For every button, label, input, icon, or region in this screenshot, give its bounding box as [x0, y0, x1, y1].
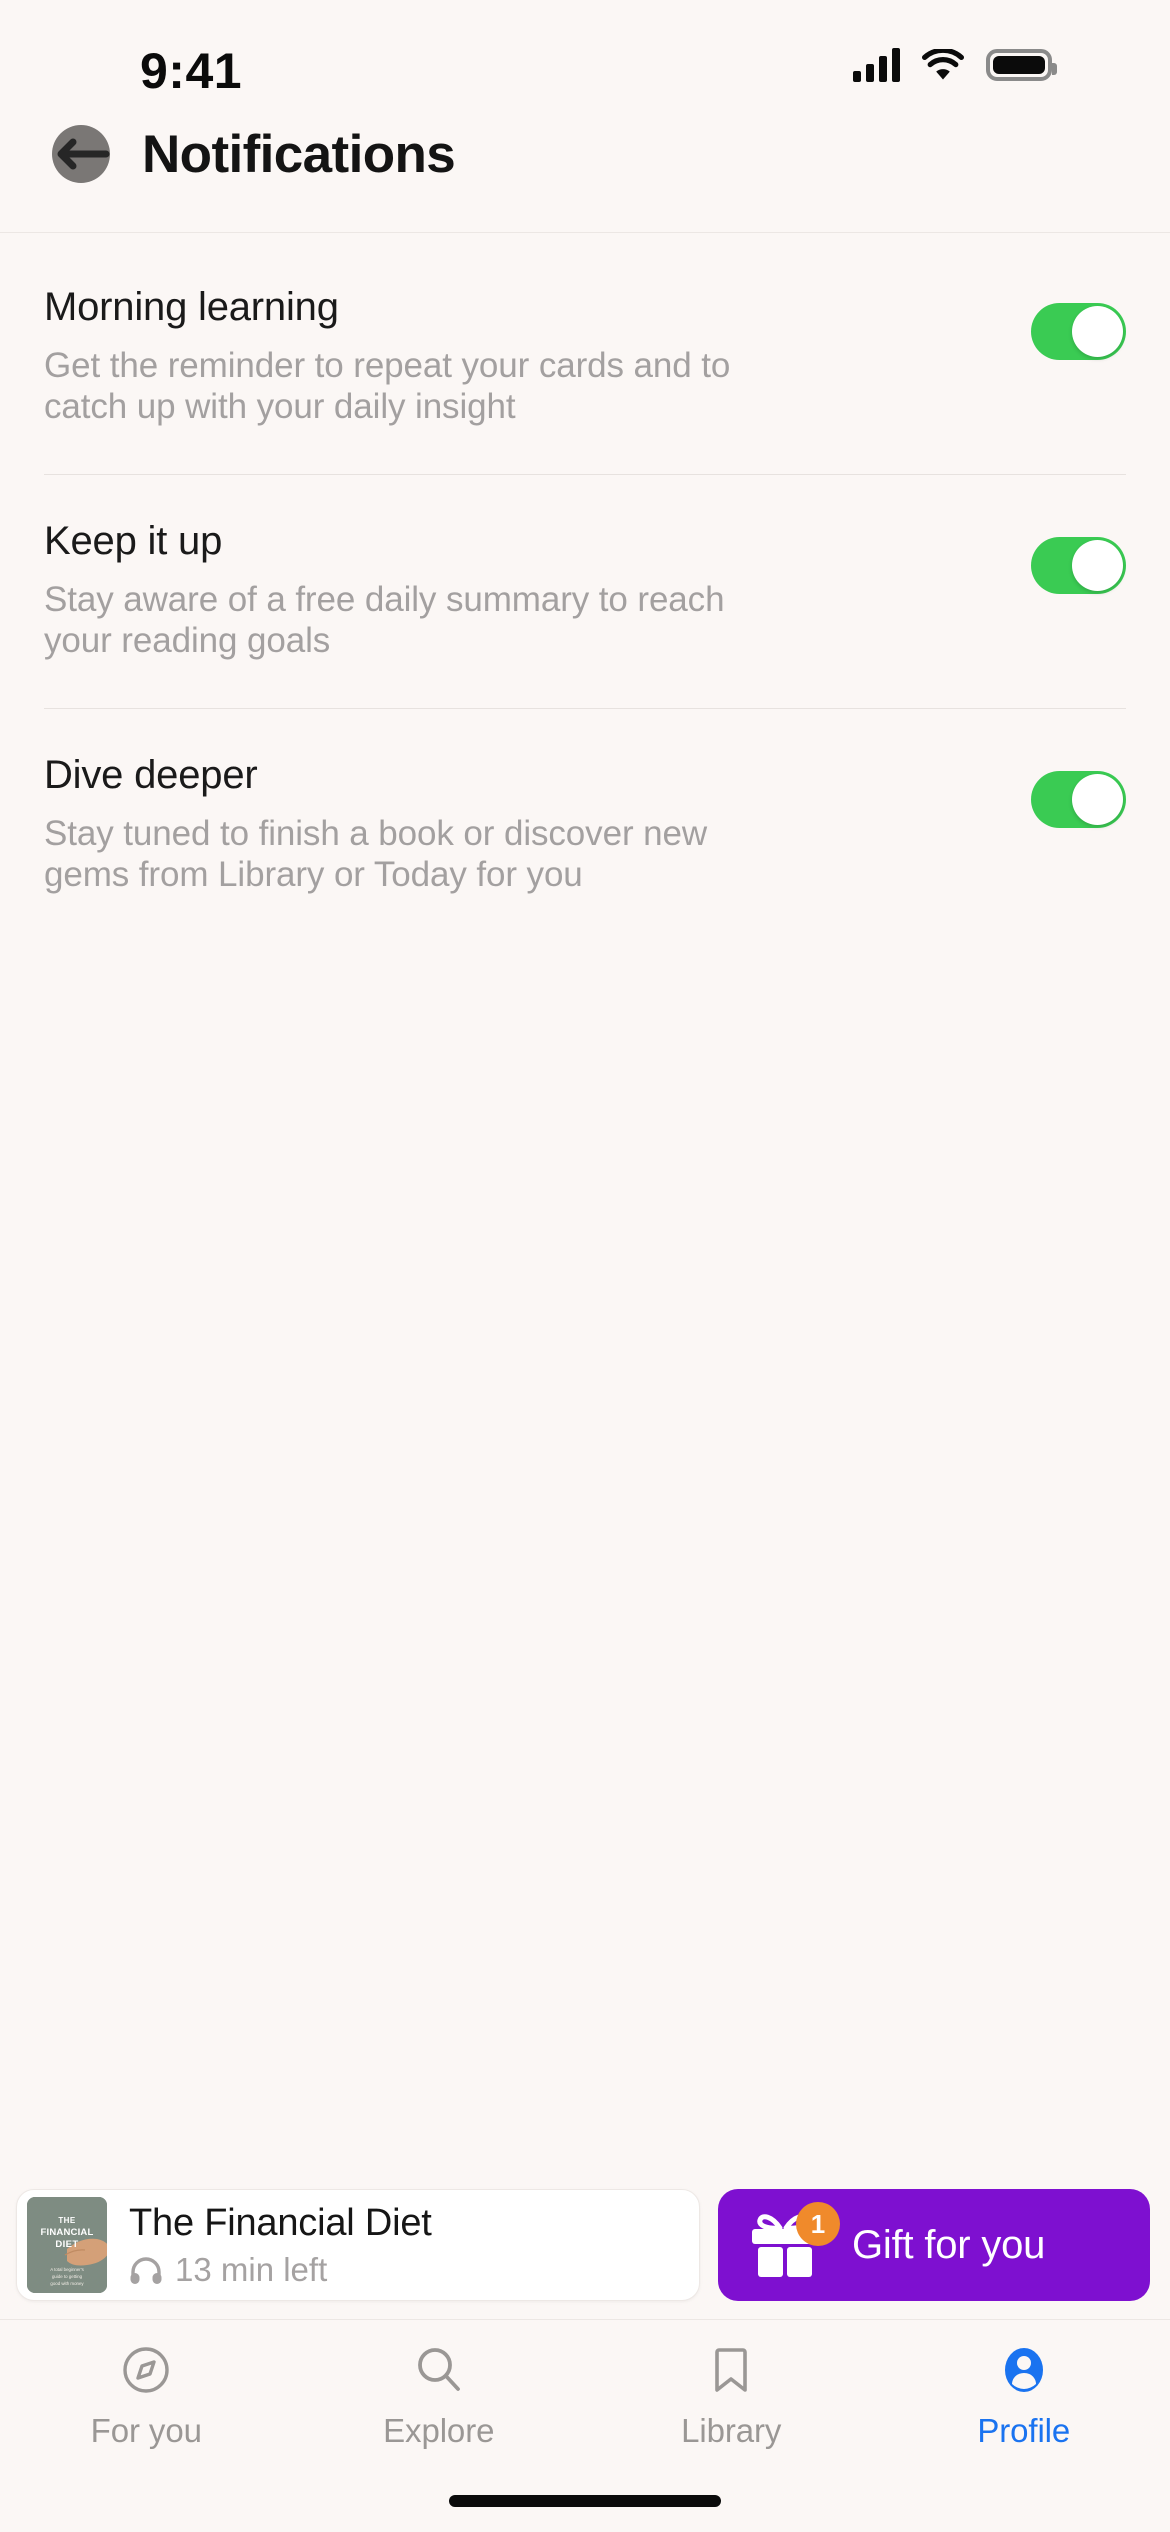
setting-title: Keep it up: [44, 518, 223, 563]
track-info: The Financial Diet 13 min left: [107, 2202, 432, 2289]
setting-row-morning-learning[interactable]: Morning learning Get the reminder to rep…: [44, 233, 1126, 428]
setting-text: Keep it up Stay aware of a free daily su…: [44, 519, 1031, 662]
mini-player-card[interactable]: THE FINANCIAL DIET A total beginner's gu…: [16, 2189, 700, 2301]
notification-settings-list: Morning learning Get the reminder to rep…: [0, 233, 1170, 2189]
page-header: Notifications: [0, 118, 1170, 190]
track-meta: 13 min left: [129, 2251, 432, 2289]
compass-icon: [118, 2342, 174, 2398]
setting-row-dive-deeper[interactable]: Dive deeper Stay tuned to finish a book …: [44, 709, 1126, 896]
home-indicator[interactable]: [449, 2495, 721, 2507]
bottom-tab-bar: For you Explore Library Profile: [0, 2320, 1170, 2470]
svg-text:guide to getting: guide to getting: [52, 2274, 83, 2279]
toggle-dive-deeper[interactable]: [1031, 770, 1126, 828]
battery-full-icon: [986, 49, 1057, 81]
wifi-icon: [922, 47, 964, 81]
toggle-morning-learning[interactable]: [1031, 303, 1126, 360]
svg-text:A total beginner's: A total beginner's: [50, 2267, 84, 2272]
person-icon: [996, 2342, 1052, 2398]
tab-label: Explore: [383, 2412, 495, 2449]
tab-library[interactable]: Library: [585, 2342, 878, 2450]
headphones-icon: [130, 2256, 162, 2284]
status-bar: 9:41: [0, 0, 1170, 118]
book-cover-thumbnail: THE FINANCIAL DIET A total beginner's gu…: [27, 2197, 107, 2293]
tab-label: For you: [90, 2412, 202, 2449]
tab-explore[interactable]: Explore: [293, 2342, 586, 2450]
track-title: The Financial Diet: [129, 2201, 432, 2244]
setting-description: Stay tuned to finish a book or discover …: [44, 813, 708, 894]
mini-player-bar: THE FINANCIAL DIET A total beginner's gu…: [0, 2189, 1170, 2319]
toggle-keep-it-up[interactable]: [1031, 536, 1126, 594]
setting-description: Get the reminder to repeat your cards an…: [44, 346, 731, 426]
svg-text:DIET: DIET: [55, 2239, 78, 2250]
setting-title: Morning learning: [44, 285, 339, 329]
bookmark-icon: [703, 2342, 759, 2398]
svg-text:good with money: good with money: [50, 2281, 84, 2286]
toggle-knob: [1072, 773, 1123, 825]
search-icon: [411, 2342, 467, 2398]
setting-row-keep-it-up[interactable]: Keep it up Stay aware of a free daily su…: [44, 475, 1126, 662]
toggle-knob: [1072, 539, 1123, 591]
tab-label: Profile: [977, 2412, 1071, 2449]
gift-badge-count: 1: [796, 2202, 840, 2246]
page-title: Notifications: [142, 124, 456, 184]
back-arrow-icon: [57, 138, 110, 170]
svg-text:THE: THE: [58, 2216, 75, 2225]
status-bar-indicators: [853, 47, 1057, 82]
gift-button-label: Gift for you: [852, 2222, 1046, 2267]
tab-label: Library: [681, 2412, 782, 2449]
toggle-knob: [1072, 306, 1123, 357]
setting-description: Stay aware of a free daily summary to re…: [44, 579, 725, 660]
svg-text:FINANCIAL: FINANCIAL: [41, 2227, 94, 2238]
tab-for-you[interactable]: For you: [0, 2342, 293, 2450]
tab-profile[interactable]: Profile: [878, 2342, 1170, 2450]
setting-text: Dive deeper Stay tuned to finish a book …: [44, 753, 1031, 896]
time-left-label: 13 min left: [175, 2250, 328, 2288]
gift-icon-wrapper: 1: [746, 2202, 840, 2284]
gift-for-you-button[interactable]: 1 Gift for you: [718, 2189, 1150, 2301]
back-button[interactable]: [52, 125, 110, 183]
signal-bars-icon: [853, 48, 900, 82]
setting-text: Morning learning Get the reminder to rep…: [44, 285, 1031, 428]
home-indicator-area: [0, 2470, 1170, 2532]
setting-title: Dive deeper: [44, 752, 258, 797]
phone-screen: 9:41 Notifications Morning learning Get …: [0, 0, 1170, 2532]
status-bar-time: 9:41: [140, 43, 243, 99]
